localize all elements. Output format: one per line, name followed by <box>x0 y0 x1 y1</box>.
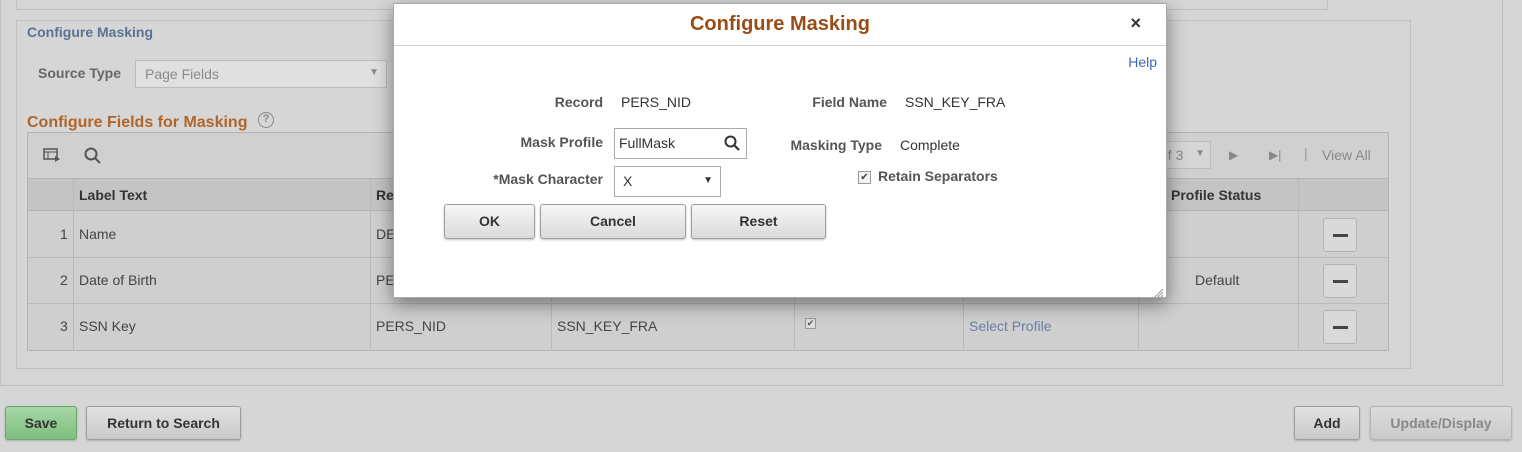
update-display-button[interactable]: Update/Display <box>1370 406 1512 440</box>
configure-masking-dialog: Configure Masking × Help Record PERS_NID… <box>393 3 1167 298</box>
row-number: 1 <box>60 226 68 242</box>
col-record: Re <box>376 187 394 203</box>
row-number: 3 <box>60 318 68 334</box>
reset-button[interactable]: Reset <box>691 204 826 239</box>
col-label-text: Label Text <box>79 187 148 203</box>
return-to-search-button[interactable]: Return to Search <box>86 406 241 440</box>
source-type-select[interactable]: Page Fields ▼ <box>135 60 387 88</box>
table-row: 3 SSN Key PERS_NID SSN_KEY_FRA ✔ Select … <box>28 304 1388 350</box>
mask-character-value: X <box>623 173 633 189</box>
chevron-down-icon: ▼ <box>703 175 713 186</box>
add-button[interactable]: Add <box>1294 406 1360 440</box>
chevron-down-icon: ▼ <box>1195 148 1205 159</box>
col-divider <box>1298 179 1299 351</box>
masking-type-label: Masking Type <box>790 137 882 153</box>
chevron-down-icon: ▼ <box>369 67 379 78</box>
retain-separators-label: Retain Separators <box>878 168 998 184</box>
mask-profile-label: Mask Profile <box>520 134 603 150</box>
dialog-title: Configure Masking <box>689 13 870 35</box>
row-label: SSN Key <box>79 318 136 334</box>
pager-divider: | <box>1304 145 1308 161</box>
delete-row-button[interactable] <box>1323 218 1357 252</box>
row-label: Date of Birth <box>79 272 157 288</box>
masking-type-value: Complete <box>900 137 960 153</box>
resize-handle-icon[interactable] <box>1154 285 1164 298</box>
search-icon[interactable] <box>724 135 740 151</box>
ok-button[interactable]: OK <box>444 204 535 239</box>
search-icon[interactable] <box>84 147 101 169</box>
mask-character-label: *Mask Character <box>493 171 603 187</box>
retain-separators-checkbox[interactable]: ✔ <box>858 171 871 184</box>
view-all-link[interactable]: View All <box>1322 147 1371 163</box>
row-record: PERS_NID <box>376 318 447 334</box>
fields-title: Configure Fields for Masking <box>27 114 248 131</box>
row-record: PE <box>376 272 395 288</box>
record-label: Record <box>554 94 603 110</box>
record-value: PERS_NID <box>621 94 692 110</box>
row-label: Name <box>79 226 117 242</box>
row-status: Default <box>1195 272 1240 288</box>
select-profile-link[interactable]: Select Profile <box>969 318 1051 334</box>
row-field: SSN_KEY_FRA <box>557 318 658 334</box>
next-page-icon[interactable]: ▶ <box>1229 148 1238 162</box>
source-type-value: Page Fields <box>145 66 219 82</box>
delete-row-button[interactable] <box>1323 264 1357 298</box>
close-icon[interactable]: × <box>1130 13 1141 34</box>
field-name-value: SSN_KEY_FRA <box>905 94 1006 110</box>
help-link[interactable]: Help <box>1128 54 1157 70</box>
field-name-label: Field Name <box>812 94 887 110</box>
dialog-header: Configure Masking × <box>394 4 1166 46</box>
group-title: Configure Masking <box>27 24 154 40</box>
last-page-icon[interactable]: ▶| <box>1269 148 1281 162</box>
cancel-button[interactable]: Cancel <box>540 204 686 239</box>
row-checkbox[interactable]: ✔ <box>805 318 816 329</box>
help-icon[interactable]: ? <box>258 112 274 128</box>
col-profile-status: Profile Status <box>1171 187 1262 203</box>
personalize-icon[interactable] <box>43 147 61 168</box>
row-number: 2 <box>60 272 68 288</box>
col-divider <box>73 179 74 351</box>
delete-row-button[interactable] <box>1323 310 1357 344</box>
source-type-label: Source Type <box>38 65 121 81</box>
mask-profile-input[interactable]: FullMask <box>614 128 747 159</box>
col-divider <box>370 179 371 351</box>
mask-profile-value: FullMask <box>619 135 676 151</box>
mask-character-select[interactable]: X ▼ <box>614 166 721 197</box>
save-button[interactable]: Save <box>5 406 77 440</box>
